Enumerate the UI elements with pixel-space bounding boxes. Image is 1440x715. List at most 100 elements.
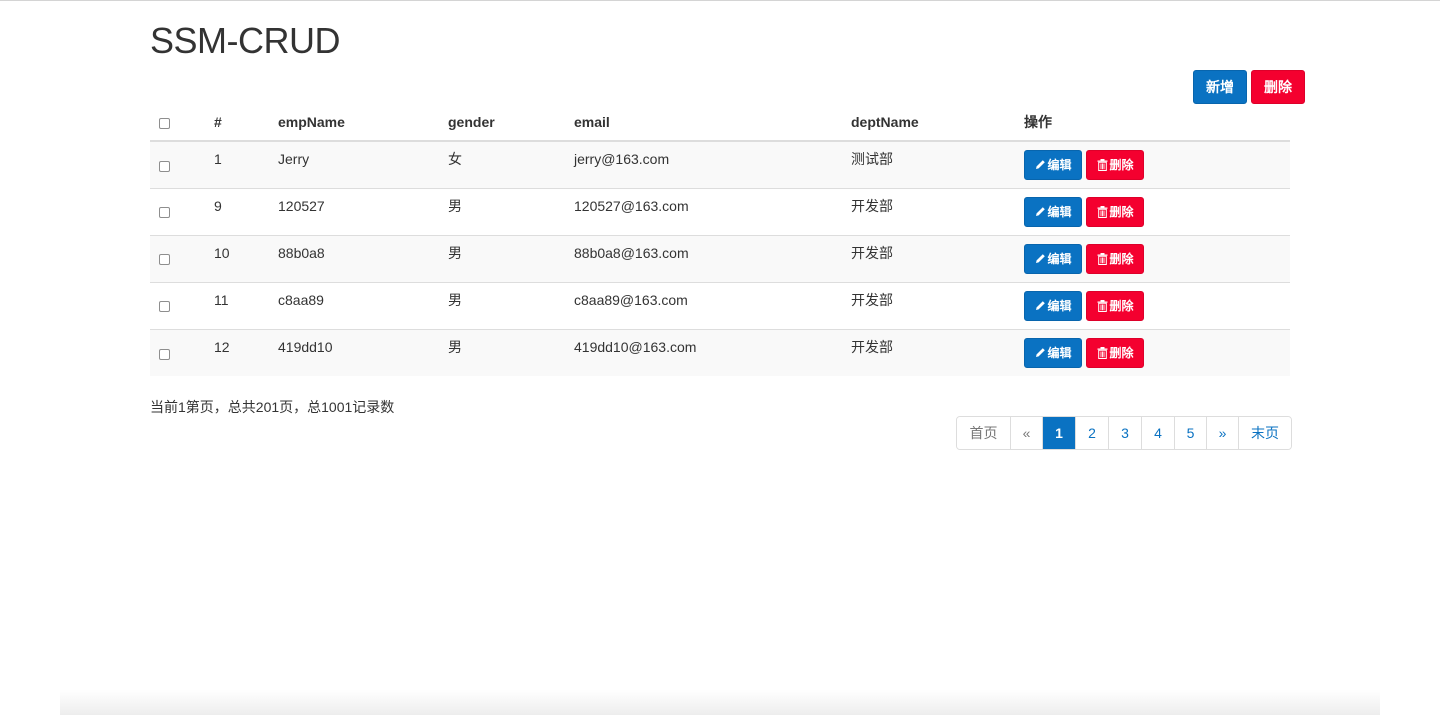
- header-id: #: [214, 104, 278, 142]
- edit-button[interactable]: 编辑: [1024, 337, 1082, 368]
- employee-email: 88b0a8@163.com: [574, 244, 689, 261]
- pagination-page-5[interactable]: 5: [1174, 417, 1206, 449]
- select-all-checkbox[interactable]: [159, 117, 170, 129]
- employee-name: c8aa89: [278, 291, 324, 308]
- employee-gender: 女: [448, 150, 462, 167]
- cell-id: 9: [214, 187, 278, 235]
- table-header-row: # empName gender email deptName 操作: [150, 104, 1290, 142]
- row-checkbox-cell: [150, 281, 214, 329]
- row-checkbox[interactable]: [159, 160, 170, 172]
- employee-dept: 开发部: [851, 244, 893, 261]
- pencil-icon: [1034, 300, 1046, 312]
- pagination-page-3[interactable]: 3: [1108, 417, 1141, 449]
- cell-operations: 编辑 删除: [1024, 234, 1290, 282]
- employee-email: 120527@163.com: [574, 197, 689, 214]
- cell-email: jerry@163.com: [574, 141, 851, 188]
- edit-label: 编辑: [1047, 346, 1072, 361]
- edit-button[interactable]: 编辑: [1024, 149, 1082, 180]
- batch-delete-button[interactable]: 删除: [1251, 70, 1305, 104]
- delete-button[interactable]: 删除: [1086, 290, 1144, 321]
- add-employee-button[interactable]: 新增: [1193, 70, 1247, 104]
- pagination-page-2[interactable]: 2: [1075, 417, 1108, 449]
- cell-empname: 88b0a8: [278, 234, 448, 282]
- delete-button[interactable]: 删除: [1086, 196, 1144, 227]
- edit-label: 编辑: [1047, 252, 1072, 266]
- top-actions: 新增 删除: [1193, 70, 1305, 104]
- employee-table: # empName gender email deptName 操作 1 Jerr…: [150, 104, 1290, 376]
- table-row: 9 120527 男 120527@163.com 开发部 编辑 删除: [150, 187, 1290, 235]
- pencil-icon: [1034, 206, 1046, 218]
- delete-button[interactable]: 删除: [1086, 149, 1144, 180]
- row-checkbox[interactable]: [159, 254, 170, 266]
- cell-id: 10: [214, 234, 278, 282]
- page-summary: 当前1第页，总共201页，总1001记录数: [150, 399, 395, 415]
- cell-operations: 编辑 删除: [1024, 328, 1290, 376]
- row-checkbox-cell: [150, 187, 214, 235]
- header-checkbox-cell: [150, 104, 214, 142]
- cell-deptname: 开发部: [851, 281, 1024, 329]
- pencil-icon: [1034, 253, 1046, 265]
- trash-icon: [1096, 299, 1108, 312]
- top-border: [0, 0, 1440, 1]
- pagination-first[interactable]: 首页: [957, 417, 1010, 449]
- table-row: 10 88b0a8 男 88b0a8@163.com 开发部 编辑 删除: [150, 234, 1290, 282]
- edit-button[interactable]: 编辑: [1024, 290, 1082, 321]
- employee-gender: 男: [448, 291, 462, 308]
- header-email: email: [574, 104, 851, 142]
- delete-label: 删除: [1109, 346, 1134, 361]
- edit-label: 编辑: [1047, 205, 1072, 219]
- delete-button[interactable]: 删除: [1086, 243, 1144, 274]
- row-checkbox-cell: [150, 141, 214, 188]
- page-title: SSM-CRUD: [150, 20, 341, 61]
- row-checkbox[interactable]: [159, 348, 170, 360]
- employee-email: c8aa89@163.com: [574, 291, 688, 308]
- cell-email: 88b0a8@163.com: [574, 234, 851, 282]
- pagination-page-4[interactable]: 4: [1141, 417, 1174, 449]
- cell-deptname: 开发部: [851, 187, 1024, 235]
- cell-id: 11: [214, 281, 278, 329]
- edit-button[interactable]: 编辑: [1024, 243, 1082, 274]
- cell-empname: 120527: [278, 187, 448, 235]
- edit-button[interactable]: 编辑: [1024, 196, 1082, 227]
- delete-label: 删除: [1109, 158, 1134, 173]
- cell-id: 12: [214, 328, 278, 376]
- header-gender: gender: [448, 104, 574, 142]
- row-checkbox[interactable]: [159, 207, 170, 219]
- cell-deptname: 测试部: [851, 141, 1024, 188]
- pagination: 首页 « 1 2 3 4 5 » 末页: [956, 416, 1292, 450]
- employee-dept: 开发部: [851, 338, 893, 355]
- employee-id: 12: [214, 338, 230, 355]
- cell-gender: 女: [448, 141, 574, 188]
- cell-gender: 男: [448, 187, 574, 235]
- delete-button[interactable]: 删除: [1086, 337, 1144, 368]
- cell-deptname: 开发部: [851, 328, 1024, 376]
- cell-operations: 编辑 删除: [1024, 281, 1290, 329]
- trash-icon: [1096, 346, 1108, 359]
- pagination-last[interactable]: 末页: [1238, 417, 1291, 449]
- cell-id: 1: [214, 141, 278, 188]
- employee-dept: 开发部: [851, 197, 893, 214]
- employee-email: 419dd10@163.com: [574, 338, 697, 355]
- pagination-prev[interactable]: «: [1010, 417, 1042, 449]
- row-actions: 编辑 删除: [1024, 290, 1290, 321]
- pagination-page-1[interactable]: 1: [1042, 417, 1075, 449]
- employee-email: jerry@163.com: [574, 150, 670, 167]
- cell-gender: 男: [448, 234, 574, 282]
- cell-email: 419dd10@163.com: [574, 328, 851, 376]
- cell-gender: 男: [448, 281, 574, 329]
- header-operations: 操作: [1024, 104, 1290, 142]
- trash-icon: [1096, 158, 1108, 171]
- bottom-shadow: [60, 690, 1380, 715]
- pagination-next[interactable]: »: [1206, 417, 1238, 449]
- cell-email: c8aa89@163.com: [574, 281, 851, 329]
- cell-empname: 419dd10: [278, 328, 448, 376]
- cell-empname: c8aa89: [278, 281, 448, 329]
- edit-label: 编辑: [1047, 158, 1072, 173]
- employee-name: 88b0a8: [278, 244, 325, 261]
- row-actions: 编辑 删除: [1024, 243, 1290, 274]
- row-actions: 编辑 删除: [1024, 337, 1290, 368]
- row-actions: 编辑 删除: [1024, 196, 1290, 227]
- employee-id: 11: [214, 291, 229, 308]
- row-checkbox[interactable]: [159, 301, 170, 313]
- cell-operations: 编辑 删除: [1024, 141, 1290, 188]
